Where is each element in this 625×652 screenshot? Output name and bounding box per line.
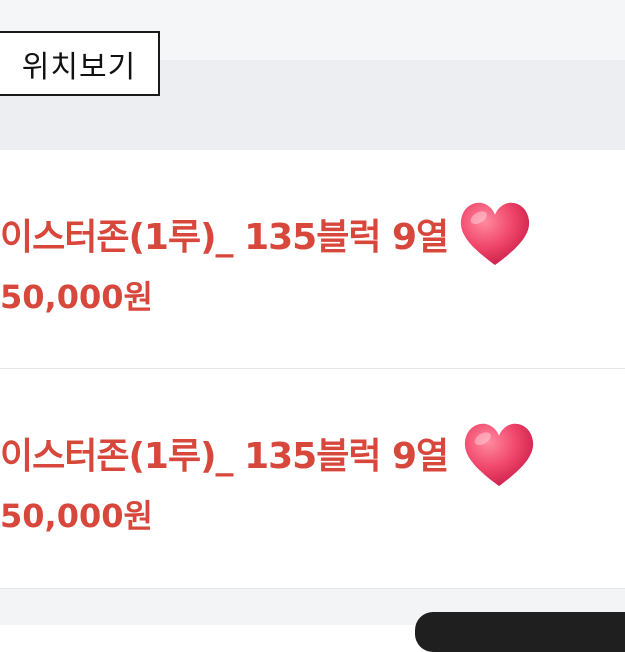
- heart-icon: [464, 423, 534, 487]
- list-item[interactable]: 이스터존(1루)_ 135블럭 9열 50,000원: [0, 150, 625, 369]
- heart-icon: [460, 202, 530, 266]
- listing-price: 50,000원: [0, 497, 153, 535]
- view-location-label: 위치보기: [21, 49, 137, 85]
- list-item[interactable]: 이스터존(1루)_ 135블럭 9열 50,000원: [0, 369, 625, 589]
- listing-title: 이스터존(1루)_ 135블럭 9열: [0, 436, 449, 477]
- listing-title: 이스터존(1루)_ 135블럭 9열: [0, 217, 449, 258]
- listing-price: 50,000원: [0, 278, 153, 316]
- view-location-button[interactable]: 위치보기: [0, 31, 160, 96]
- floating-action-tab[interactable]: [415, 612, 625, 652]
